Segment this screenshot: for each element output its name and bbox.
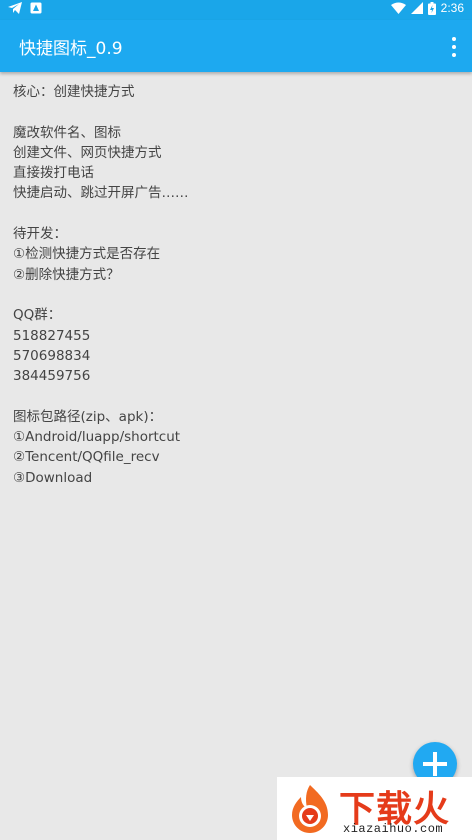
notification-icon — [30, 2, 42, 14]
text-line: 直接拨打电话 — [13, 165, 94, 182]
text-line: 图标包路径(zip、apk)： — [13, 408, 163, 425]
telegram-icon — [8, 2, 22, 14]
status-right: 2:36 — [390, 1, 464, 15]
text-line — [13, 386, 453, 406]
text-line — [13, 204, 453, 224]
text-line — [13, 102, 453, 122]
overflow-menu-button[interactable] — [450, 37, 458, 57]
flame-logo-icon — [292, 785, 328, 833]
text-line: 魔改软件名、图标 — [13, 124, 121, 141]
info-text: 核心：创建快捷方式 魔改软件名、图标 创建文件、网页快捷方式 直接拨打电话 快捷… — [13, 82, 453, 488]
text-line: 518827455 — [13, 327, 91, 344]
watermark-logo: 下载火 xiazaihuo.com — [277, 777, 472, 840]
text-line — [13, 285, 453, 305]
text-line: QQ群： — [13, 307, 62, 324]
text-line: ①检测快捷方式是否存在 — [13, 246, 161, 263]
overflow-menu-icon — [452, 37, 456, 41]
text-line: 570698834 — [13, 347, 91, 364]
text-line: 创建文件、网页快捷方式 — [13, 144, 162, 161]
text-line: 核心：创建快捷方式 — [13, 84, 135, 100]
status-time: 2:36 — [440, 1, 464, 15]
text-line: 快捷启动、跳过开屏广告…… — [13, 185, 189, 202]
text-line: ②Tencent/QQfile_recv — [13, 449, 160, 466]
status-bar: 2:36 — [0, 0, 472, 20]
text-line: 384459756 — [13, 368, 91, 385]
text-line: 待开发： — [13, 226, 67, 243]
wifi-icon — [390, 2, 406, 14]
status-left — [8, 2, 42, 14]
text-line: ③Download — [13, 469, 93, 486]
app-bar: 快捷图标_0.9 — [0, 20, 472, 72]
app-title: 快捷图标_0.9 — [19, 39, 123, 59]
text-line: ②删除快捷方式？ — [13, 266, 120, 283]
text-line: ①Android/luapp/shortcut — [13, 429, 181, 446]
signal-icon — [410, 2, 423, 14]
watermark-url: xiazaihuo.com — [343, 822, 444, 836]
battery-icon — [427, 1, 436, 15]
